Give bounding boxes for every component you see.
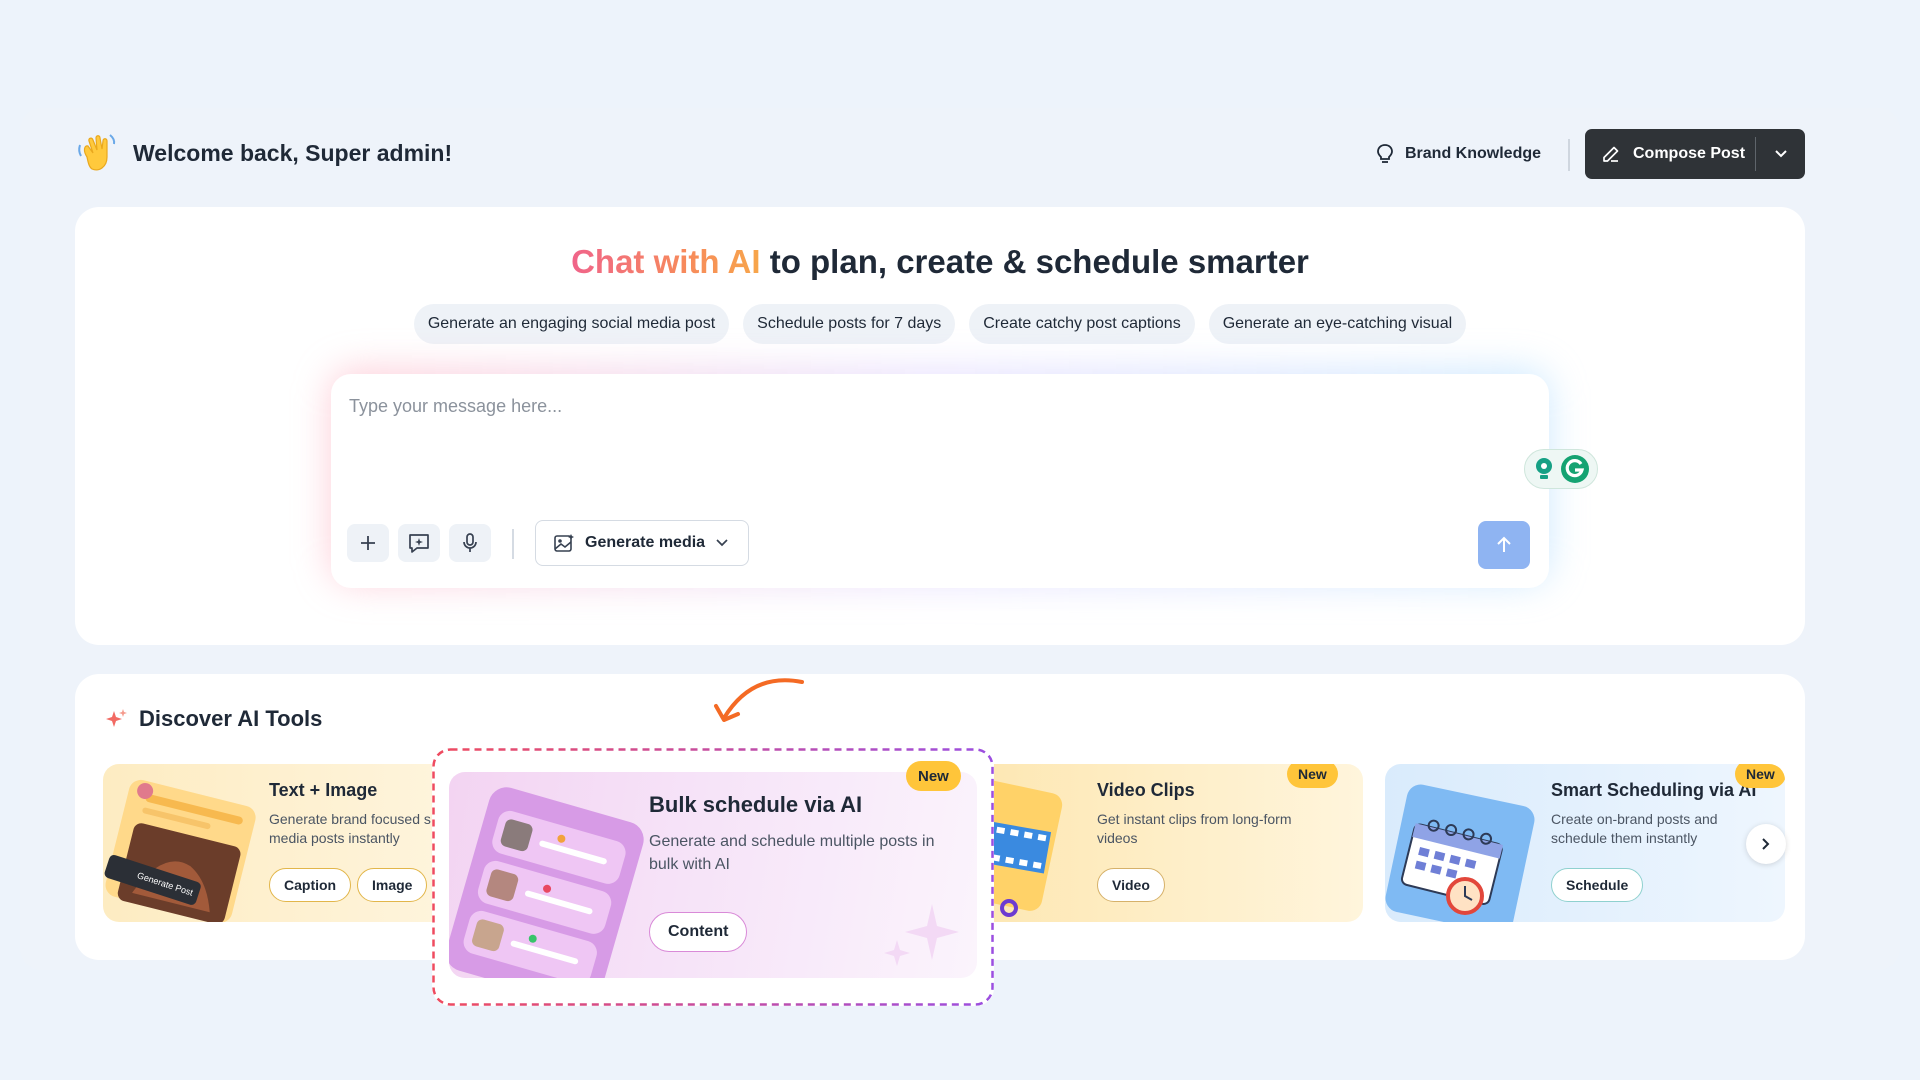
chat-card: Chat with AI to plan, create & schedule … xyxy=(75,207,1805,645)
pencil-icon xyxy=(1603,146,1619,162)
chat-headline: Chat with AI to plan, create & schedule … xyxy=(75,243,1805,281)
waving-hand-icon xyxy=(78,134,116,171)
toolbar-divider xyxy=(512,529,514,559)
tool-card-smart-scheduling[interactable]: Smart Scheduling via AI Create on-brand … xyxy=(1385,764,1785,922)
tool-title: Text + Image xyxy=(269,780,378,800)
tool-title: Video Clips xyxy=(1097,780,1195,800)
tool-desc-line-1: Get instant clips from long-form xyxy=(1097,811,1292,827)
text-image-illustration: Generate Post xyxy=(104,779,256,922)
tool-desc-line-2: bulk with AI xyxy=(649,856,730,873)
bulk-schedule-illustration xyxy=(449,787,644,978)
tool-desc-line-1: Create on-brand posts and xyxy=(1551,811,1718,827)
header-divider xyxy=(1568,139,1570,171)
headline-highlight: Chat with AI xyxy=(571,243,761,280)
compose-post-label: Compose Post xyxy=(1633,145,1746,162)
generate-media-dropdown[interactable]: Generate media xyxy=(535,520,749,566)
ai-prompt-button[interactable] xyxy=(398,524,440,562)
tool-title: Bulk schedule via AI xyxy=(649,792,863,817)
carousel-next-button[interactable] xyxy=(1746,824,1786,864)
microphone-icon xyxy=(463,533,477,552)
suggestion-chip[interactable]: Create catchy post captions xyxy=(969,304,1195,344)
new-badge: New xyxy=(1735,764,1785,788)
tag-image[interactable]: Image xyxy=(357,868,428,902)
lightbulb-icon xyxy=(1536,458,1552,479)
plus-icon xyxy=(361,536,375,550)
tool-desc-line-2: schedule them instantly xyxy=(1551,830,1698,846)
new-badge: New xyxy=(906,761,961,791)
voice-input-button[interactable] xyxy=(449,524,491,562)
compose-post-button[interactable]: Compose Post xyxy=(1585,129,1755,179)
compose-post-button-group: Compose Post xyxy=(1585,129,1805,179)
generate-media-label: Generate media xyxy=(585,534,706,551)
tag-content[interactable]: Content xyxy=(649,912,748,952)
suggestion-chip[interactable]: Generate an eye-catching visual xyxy=(1208,304,1467,344)
lightbulb-icon xyxy=(1377,144,1393,163)
tag-schedule[interactable]: Schedule xyxy=(1551,868,1644,902)
sparkle-chat-icon xyxy=(409,534,429,553)
tool-card-video-clips[interactable]: Video Clips Get instant clips from long-… xyxy=(973,764,1363,922)
tag-caption[interactable]: Caption xyxy=(269,868,352,902)
discover-title: Discover AI Tools xyxy=(105,706,322,732)
chevron-down-icon xyxy=(716,539,728,547)
calendar-illustration xyxy=(1385,784,1535,922)
send-button[interactable] xyxy=(1478,521,1530,569)
chat-input-box: Type your message here... Generate media xyxy=(331,374,1598,588)
tool-desc-line-1: Generate and schedule multiple posts in xyxy=(649,833,935,850)
image-sparkle-icon xyxy=(554,534,574,552)
header: Welcome back, Super admin! Brand Knowled… xyxy=(75,128,1805,180)
brand-knowledge-button[interactable]: Brand Knowledge xyxy=(1375,136,1541,172)
sparkles-icon xyxy=(106,709,127,727)
curved-arrow-icon xyxy=(714,678,804,722)
brand-knowledge-label: Brand Knowledge xyxy=(1405,145,1542,162)
welcome-heading: Welcome back, Super admin! xyxy=(133,140,453,166)
grammarly-widget[interactable] xyxy=(1524,449,1598,489)
suggestion-chip[interactable]: Generate an engaging social media post xyxy=(413,304,730,344)
add-attachment-button[interactable] xyxy=(347,524,389,562)
chevron-down-icon xyxy=(1774,150,1787,158)
tool-desc-line-2: media posts instantly xyxy=(269,830,400,846)
headline-rest: to plan, create & schedule smarter xyxy=(760,243,1309,280)
compose-options-dropdown[interactable] xyxy=(1756,129,1805,179)
tool-desc-line-2: videos xyxy=(1097,830,1138,846)
suggestion-chips: Generate an engaging social media post S… xyxy=(75,304,1805,344)
chevron-right-icon xyxy=(1762,838,1770,850)
suggestion-chip[interactable]: Schedule posts for 7 days xyxy=(743,304,956,344)
tool-title: Smart Scheduling via AI xyxy=(1551,780,1757,800)
tool-desc-line-1: Generate brand focused s xyxy=(269,811,431,827)
grammarly-icon xyxy=(1561,455,1589,483)
sparkle-decoration-icon xyxy=(884,904,959,966)
new-badge: New xyxy=(1287,764,1338,788)
arrow-up-icon xyxy=(1497,536,1511,552)
tool-card-bulk-schedule[interactable]: Bulk schedule via AI Generate and schedu… xyxy=(449,772,977,978)
discover-title-label: Discover AI Tools xyxy=(139,706,323,731)
message-input[interactable]: Type your message here... xyxy=(349,396,562,417)
tag-video[interactable]: Video xyxy=(1097,868,1165,902)
